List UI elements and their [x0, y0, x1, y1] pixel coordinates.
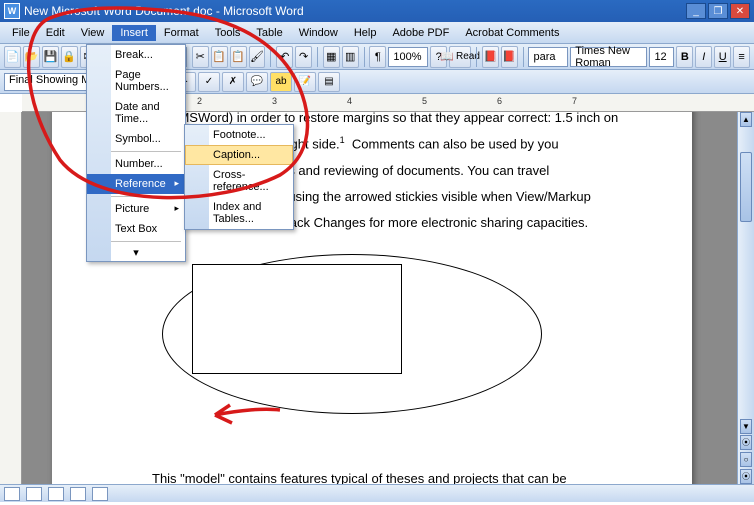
show-marks-button[interactable]: ¶ [369, 46, 386, 68]
vertical-scrollbar[interactable]: ▲ ▼ ⦿ ○ ⦿ [737, 112, 754, 484]
ref-index-tables[interactable]: Index and Tables... [185, 197, 293, 229]
menu-table[interactable]: Table [248, 25, 290, 41]
menu-file[interactable]: File [4, 25, 38, 41]
outline-view-button[interactable] [70, 487, 86, 501]
web-view-button[interactable] [26, 487, 42, 501]
close-button[interactable]: ✕ [730, 3, 750, 19]
reject-button[interactable]: ✗ [222, 72, 244, 92]
maximize-button[interactable]: ❐ [708, 3, 728, 19]
scroll-down-arrow[interactable]: ▼ [740, 419, 752, 434]
insert-break[interactable]: Break... [87, 45, 185, 65]
normal-view-button[interactable] [4, 487, 20, 501]
align-button[interactable]: ≡ [733, 46, 750, 68]
next-page-button[interactable]: ⦿ [740, 469, 752, 484]
app-icon: W [4, 3, 20, 19]
read-icon: 📖 [440, 50, 454, 63]
redo-button[interactable]: ↷ [295, 46, 312, 68]
tables-borders-button[interactable]: ▦ [323, 46, 340, 68]
doc-text: This "model" contains features typical o… [152, 471, 567, 484]
rectangle-shape[interactable] [192, 264, 402, 374]
font-combo[interactable]: Times New Roman [570, 47, 647, 67]
undo-button[interactable]: ↶ [276, 46, 293, 68]
ruler-mark: 6 [497, 96, 502, 106]
menu-format[interactable]: Format [156, 25, 207, 41]
menu-acrobat-comments[interactable]: Acrobat Comments [457, 25, 567, 41]
ruler-mark: 2 [197, 96, 202, 106]
titlebar: W New Microsoft Word Document.doc - Micr… [0, 0, 754, 22]
doc-text: Comments can also be used by you [352, 136, 559, 151]
drawing-canvas[interactable] [112, 254, 632, 414]
copy-button[interactable]: 📋 [211, 46, 228, 68]
insert-date-time[interactable]: Date and Time... [87, 97, 185, 129]
insert-reference[interactable]: Reference [87, 174, 185, 194]
insert-menu-dropdown: Break... Page Numbers... Date and Time..… [86, 44, 186, 262]
prev-page-button[interactable]: ⦿ [740, 435, 752, 450]
menubar: File Edit View Insert Format Tools Table… [0, 22, 754, 44]
statusbar [0, 484, 754, 502]
underline-button[interactable]: U [714, 46, 731, 68]
menu-insert[interactable]: Insert [112, 25, 156, 41]
italic-button[interactable]: I [695, 46, 712, 68]
insert-text-box[interactable]: Text Box [87, 219, 185, 239]
menu-edit[interactable]: Edit [38, 25, 73, 41]
permission-button[interactable]: 🔒 [61, 46, 78, 68]
pdf-button[interactable]: 📕 [482, 46, 499, 68]
window-title: New Microsoft Word Document.doc - Micros… [24, 4, 686, 18]
columns-button[interactable]: ▥ [342, 46, 359, 68]
format-painter-button[interactable]: 🖌 [249, 46, 266, 68]
open-button[interactable]: 📂 [23, 46, 40, 68]
reference-submenu: Footnote... Caption... Cross-reference..… [184, 124, 294, 230]
insert-expand[interactable]: ▾ [87, 244, 185, 261]
menu-view[interactable]: View [73, 25, 113, 41]
new-doc-button[interactable]: 📄 [4, 46, 21, 68]
reading-view-button[interactable] [92, 487, 108, 501]
browse-object-button[interactable]: ○ [740, 452, 752, 467]
scroll-up-arrow[interactable]: ▲ [740, 112, 752, 127]
ruler-mark: 5 [422, 96, 427, 106]
menu-tools[interactable]: Tools [207, 25, 249, 41]
footnote-marker: 1 [340, 135, 345, 145]
zoom-combo[interactable]: 100% [388, 47, 428, 67]
ruler-mark: 3 [272, 96, 277, 106]
ruler-mark: 4 [347, 96, 352, 106]
bold-button[interactable]: B [676, 46, 693, 68]
highlight-button[interactable]: ab [270, 72, 292, 92]
ref-caption[interactable]: Caption... [185, 145, 293, 165]
pdf-email-button[interactable]: 📕 [501, 46, 518, 68]
vertical-ruler[interactable] [0, 112, 22, 484]
insert-number[interactable]: Number... [87, 154, 185, 174]
cut-button[interactable]: ✂ [192, 46, 209, 68]
menu-adobe-pdf[interactable]: Adobe PDF [384, 25, 457, 41]
style-combo[interactable]: para [528, 47, 568, 67]
read-button[interactable]: 📖Read [449, 46, 471, 68]
scroll-thumb[interactable] [740, 152, 752, 222]
font-size-combo[interactable]: 12 [649, 47, 674, 67]
minimize-button[interactable]: _ [686, 3, 706, 19]
comment-button[interactable]: 💬 [246, 72, 268, 92]
print-view-button[interactable] [48, 487, 64, 501]
menu-window[interactable]: Window [291, 25, 346, 41]
menu-help[interactable]: Help [346, 25, 385, 41]
ref-cross-reference[interactable]: Cross-reference... [185, 165, 293, 197]
accept-button[interactable]: ✓ [198, 72, 220, 92]
reviewing-pane-button[interactable]: ▤ [318, 72, 340, 92]
insert-picture[interactable]: Picture [87, 199, 185, 219]
ruler-mark: 7 [572, 96, 577, 106]
ref-footnote[interactable]: Footnote... [185, 125, 293, 145]
paste-button[interactable]: 📋 [230, 46, 247, 68]
save-button[interactable]: 💾 [42, 46, 59, 68]
insert-symbol[interactable]: Symbol... [87, 129, 185, 149]
insert-page-numbers[interactable]: Page Numbers... [87, 65, 185, 97]
track-changes-button[interactable]: 📝 [294, 72, 316, 92]
